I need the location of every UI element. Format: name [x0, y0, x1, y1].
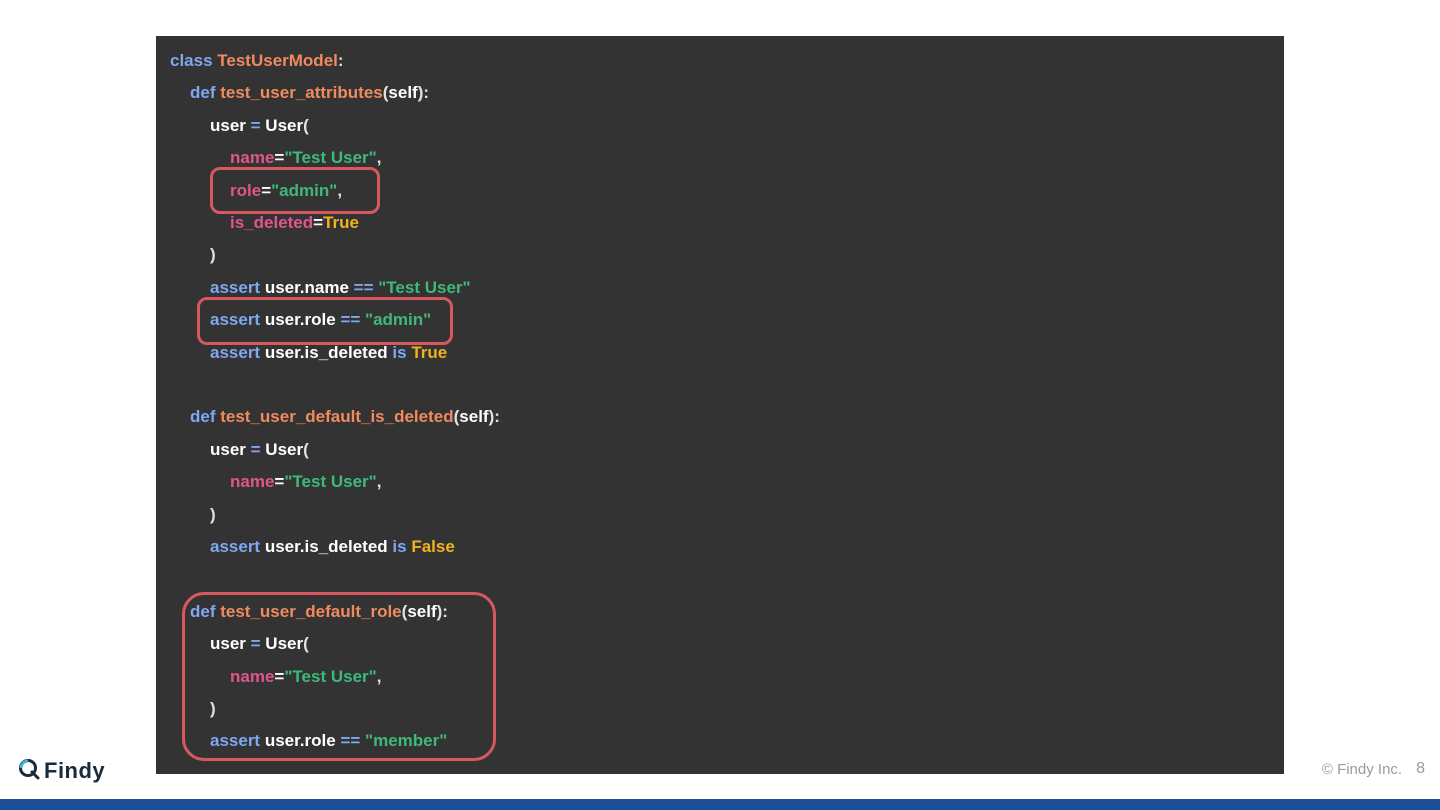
code-token: class	[170, 51, 218, 70]
highlight-role-admin-arg	[210, 167, 380, 214]
code-token: =	[250, 115, 266, 135]
code-token: user.is_deleted	[264, 342, 393, 362]
code-line: class TestUserModel:	[170, 45, 344, 77]
code-token: def	[190, 83, 221, 103]
findy-q-icon	[18, 758, 40, 785]
code-token: False	[411, 537, 455, 556]
code-token: is_deleted	[230, 213, 314, 232]
code-token: ):	[417, 83, 430, 103]
code-token: TestUserModel	[217, 51, 338, 70]
code-token: is	[392, 342, 412, 362]
code-token: name	[230, 148, 275, 168]
code-token: User	[265, 439, 304, 459]
code-token: (	[303, 439, 309, 459]
code-token: is	[392, 537, 412, 556]
code-token: :	[337, 51, 344, 70]
code-token: =	[313, 213, 324, 232]
code-line: user = User(	[210, 110, 309, 142]
logo-wordmark: Findy	[44, 758, 106, 783]
code-token: test_user_default_is_deleted	[220, 407, 454, 427]
code-line: name="Test User",	[230, 466, 381, 498]
code-token: test_user_attributes	[220, 83, 383, 103]
code-line: assert user.is_deleted is False	[210, 531, 455, 563]
code-token: ,	[376, 148, 382, 168]
code-token: True	[323, 213, 359, 232]
code-token: User	[265, 115, 304, 135]
code-token: def	[190, 407, 221, 427]
code-line: )	[210, 239, 216, 271]
code-token: "Test User"	[284, 148, 377, 168]
code-token: =	[274, 472, 285, 492]
findy-logo: Findy	[18, 757, 105, 785]
code-token: True	[411, 342, 448, 362]
footer-right: © Findy Inc. 8	[1322, 760, 1425, 778]
copyright-text: © Findy Inc.	[1321, 760, 1403, 778]
code-token: self	[388, 83, 418, 103]
code-token: )	[210, 504, 216, 524]
code-token: user	[210, 115, 251, 135]
code-line: def test_user_default_is_deleted(self):	[190, 401, 500, 433]
code-token: ):	[488, 407, 500, 427]
code-token: assert	[210, 342, 265, 362]
code-token: user	[210, 439, 251, 459]
code-token: name	[230, 472, 275, 492]
code-token: "Test User"	[378, 277, 471, 297]
page-number: 8	[1416, 760, 1425, 777]
code-line: def test_user_attributes(self):	[190, 77, 429, 109]
highlight-test-default-role	[182, 592, 496, 761]
code-token: user.name	[264, 277, 354, 297]
highlight-assert-role-admin	[197, 297, 453, 345]
code-token: self	[459, 407, 489, 427]
code-token: =	[250, 439, 266, 459]
code-token: "Test User"	[284, 472, 377, 492]
brand-bottom-bar	[0, 799, 1440, 810]
code-token: =	[274, 148, 285, 168]
code-token: user.is_deleted	[264, 537, 393, 556]
code-token: ==	[353, 277, 379, 297]
code-token: )	[210, 245, 216, 265]
code-token: assert	[210, 277, 265, 297]
code-panel: assert user.role == "member") name="Test …	[156, 36, 1284, 774]
code-token: (	[303, 115, 309, 135]
code-token: assert	[210, 537, 265, 556]
code-token: ,	[376, 472, 382, 492]
code-line: )	[210, 499, 216, 531]
code-line: user = User(	[210, 434, 309, 466]
